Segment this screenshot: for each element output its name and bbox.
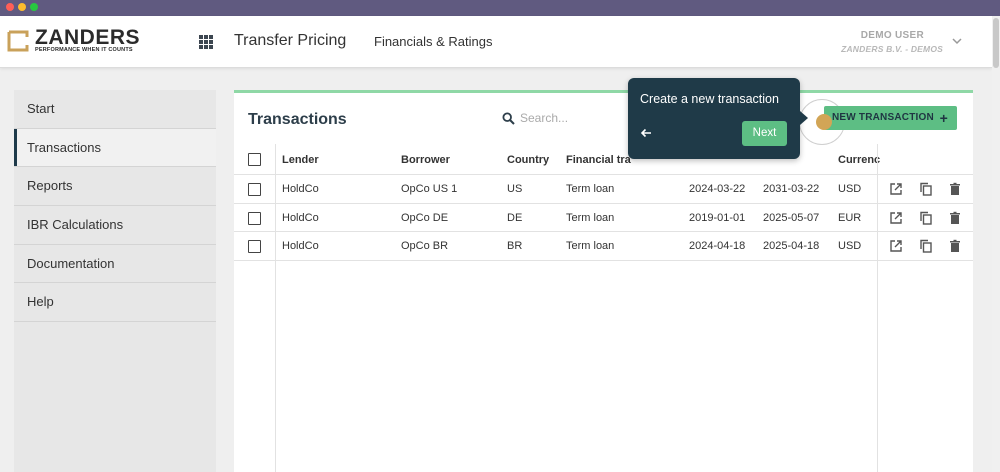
tour-next-button[interactable]: Next bbox=[742, 121, 787, 146]
column-header-borrower[interactable]: Borrower bbox=[401, 154, 450, 166]
sidebar-item-help[interactable]: Help bbox=[14, 283, 216, 323]
row-checkbox[interactable] bbox=[248, 183, 261, 196]
page-title: Transactions bbox=[248, 111, 347, 128]
table-header: Lender Borrower Country Financial tra Cu… bbox=[234, 144, 973, 175]
copy-icon[interactable] bbox=[919, 182, 933, 196]
cell-borrower: OpCo DE bbox=[401, 211, 449, 224]
cell-financial-transaction: Term loan bbox=[566, 240, 615, 252]
scrollbar-thumb[interactable] bbox=[993, 18, 999, 68]
zanders-logo[interactable]: ZANDERS PERFORMANCE WHEN IT COUNTS bbox=[7, 26, 147, 58]
delete-icon[interactable] bbox=[948, 239, 962, 253]
cell-currency: USD bbox=[838, 183, 862, 195]
column-header-lender[interactable]: Lender bbox=[282, 154, 319, 166]
cell-lender: HoldCo bbox=[282, 240, 319, 252]
brand-tagline: PERFORMANCE WHEN IT COUNTS bbox=[35, 47, 133, 53]
zanders-logo-icon bbox=[7, 30, 29, 52]
sidebar-item-label: IBR Calculations bbox=[27, 217, 124, 233]
sidebar: Start Transactions Reports IBR Calculati… bbox=[14, 90, 216, 472]
sidebar-item-transactions[interactable]: Transactions bbox=[14, 128, 216, 168]
minimize-window-button[interactable] bbox=[18, 3, 26, 11]
delete-icon[interactable] bbox=[948, 182, 962, 196]
sidebar-item-reports[interactable]: Reports bbox=[14, 167, 216, 207]
cell-borrower: OpCo US 1 bbox=[401, 183, 458, 195]
cell-start-date: 2019-01-01 bbox=[689, 211, 746, 224]
cell-currency: USD bbox=[838, 240, 862, 252]
copy-icon[interactable] bbox=[919, 239, 933, 253]
column-header-country[interactable]: Country bbox=[507, 154, 549, 166]
cell-lender: HoldCo bbox=[282, 211, 319, 224]
user-name[interactable]: DEMO USER bbox=[861, 30, 924, 41]
sidebar-item-start[interactable]: Start bbox=[14, 90, 216, 129]
sidebar-item-label: Reports bbox=[27, 178, 73, 194]
cell-financial-transaction: Term loan bbox=[566, 211, 615, 224]
maximize-window-button[interactable] bbox=[30, 3, 38, 11]
sidebar-item-label: Help bbox=[27, 294, 54, 310]
copy-icon[interactable] bbox=[919, 211, 933, 225]
plus-icon: + bbox=[939, 110, 948, 126]
new-transaction-label: NEW TRANSACTION bbox=[832, 112, 934, 123]
app-header: ZANDERS PERFORMANCE WHEN IT COUNTS Trans… bbox=[0, 16, 992, 68]
tour-tooltip: Create a new transaction Next bbox=[628, 78, 808, 159]
open-external-icon[interactable] bbox=[889, 239, 903, 253]
table-row[interactable]: HoldCo OpCo US 1 US Term loan 2024-03-22… bbox=[234, 175, 973, 204]
sidebar-item-documentation[interactable]: Documentation bbox=[14, 244, 216, 284]
apps-grid-icon[interactable] bbox=[199, 35, 213, 49]
search-input[interactable] bbox=[520, 108, 640, 128]
cell-end-date: 2031-03-22 bbox=[763, 183, 820, 195]
cell-country: DE bbox=[507, 211, 523, 224]
tour-beacon[interactable] bbox=[816, 114, 832, 130]
open-external-icon[interactable] bbox=[889, 182, 903, 196]
tour-tooltip-text: Create a new transaction bbox=[640, 92, 779, 106]
delete-icon[interactable] bbox=[948, 211, 962, 225]
window-titlebar bbox=[0, 0, 1000, 16]
table-row[interactable]: HoldCo OpCo DE DE Term loan 2019-01-01 2… bbox=[234, 204, 973, 232]
cell-country: US bbox=[507, 183, 523, 195]
search-icon bbox=[502, 112, 515, 125]
table-row[interactable]: HoldCo OpCo BR BR Term loan 2024-04-18 2… bbox=[234, 232, 973, 261]
column-header-financial-transaction[interactable]: Financial tra bbox=[566, 154, 631, 166]
cell-currency: EUR bbox=[838, 211, 862, 224]
nav-financials-ratings[interactable]: Financials & Ratings bbox=[374, 34, 493, 49]
cell-end-date: 2025-04-18 bbox=[763, 240, 820, 252]
arrow-left-icon[interactable] bbox=[639, 126, 653, 140]
app-title[interactable]: Transfer Pricing bbox=[234, 32, 346, 50]
chevron-down-icon[interactable] bbox=[950, 34, 964, 48]
cell-start-date: 2024-03-22 bbox=[689, 183, 746, 195]
cell-start-date: 2024-04-18 bbox=[689, 240, 746, 252]
column-header-currency[interactable]: Currenc bbox=[838, 154, 880, 166]
sidebar-item-label: Documentation bbox=[27, 255, 115, 271]
transactions-panel: Transactions NEW TRANSACTION + Lender Bo… bbox=[234, 90, 973, 472]
sidebar-item-label: Transactions bbox=[27, 139, 101, 155]
row-checkbox[interactable] bbox=[248, 240, 261, 253]
cell-end-date: 2025-05-07 bbox=[763, 211, 820, 224]
row-checkbox[interactable] bbox=[248, 211, 261, 225]
select-all-checkbox[interactable] bbox=[248, 153, 261, 166]
cell-financial-transaction: Term loan bbox=[566, 183, 615, 195]
user-organization: ZANDERS B.V. - DEMOS bbox=[841, 44, 943, 54]
open-external-icon[interactable] bbox=[889, 211, 903, 225]
sidebar-item-label: Start bbox=[27, 101, 55, 116]
cell-country: BR bbox=[507, 240, 523, 252]
cell-lender: HoldCo bbox=[282, 183, 319, 195]
cell-borrower: OpCo BR bbox=[401, 240, 449, 252]
close-window-button[interactable] bbox=[6, 3, 14, 11]
page-scrollbar[interactable] bbox=[992, 16, 1000, 472]
new-transaction-button[interactable]: NEW TRANSACTION + bbox=[824, 106, 957, 130]
sidebar-item-ibr-calculations[interactable]: IBR Calculations bbox=[14, 206, 216, 245]
